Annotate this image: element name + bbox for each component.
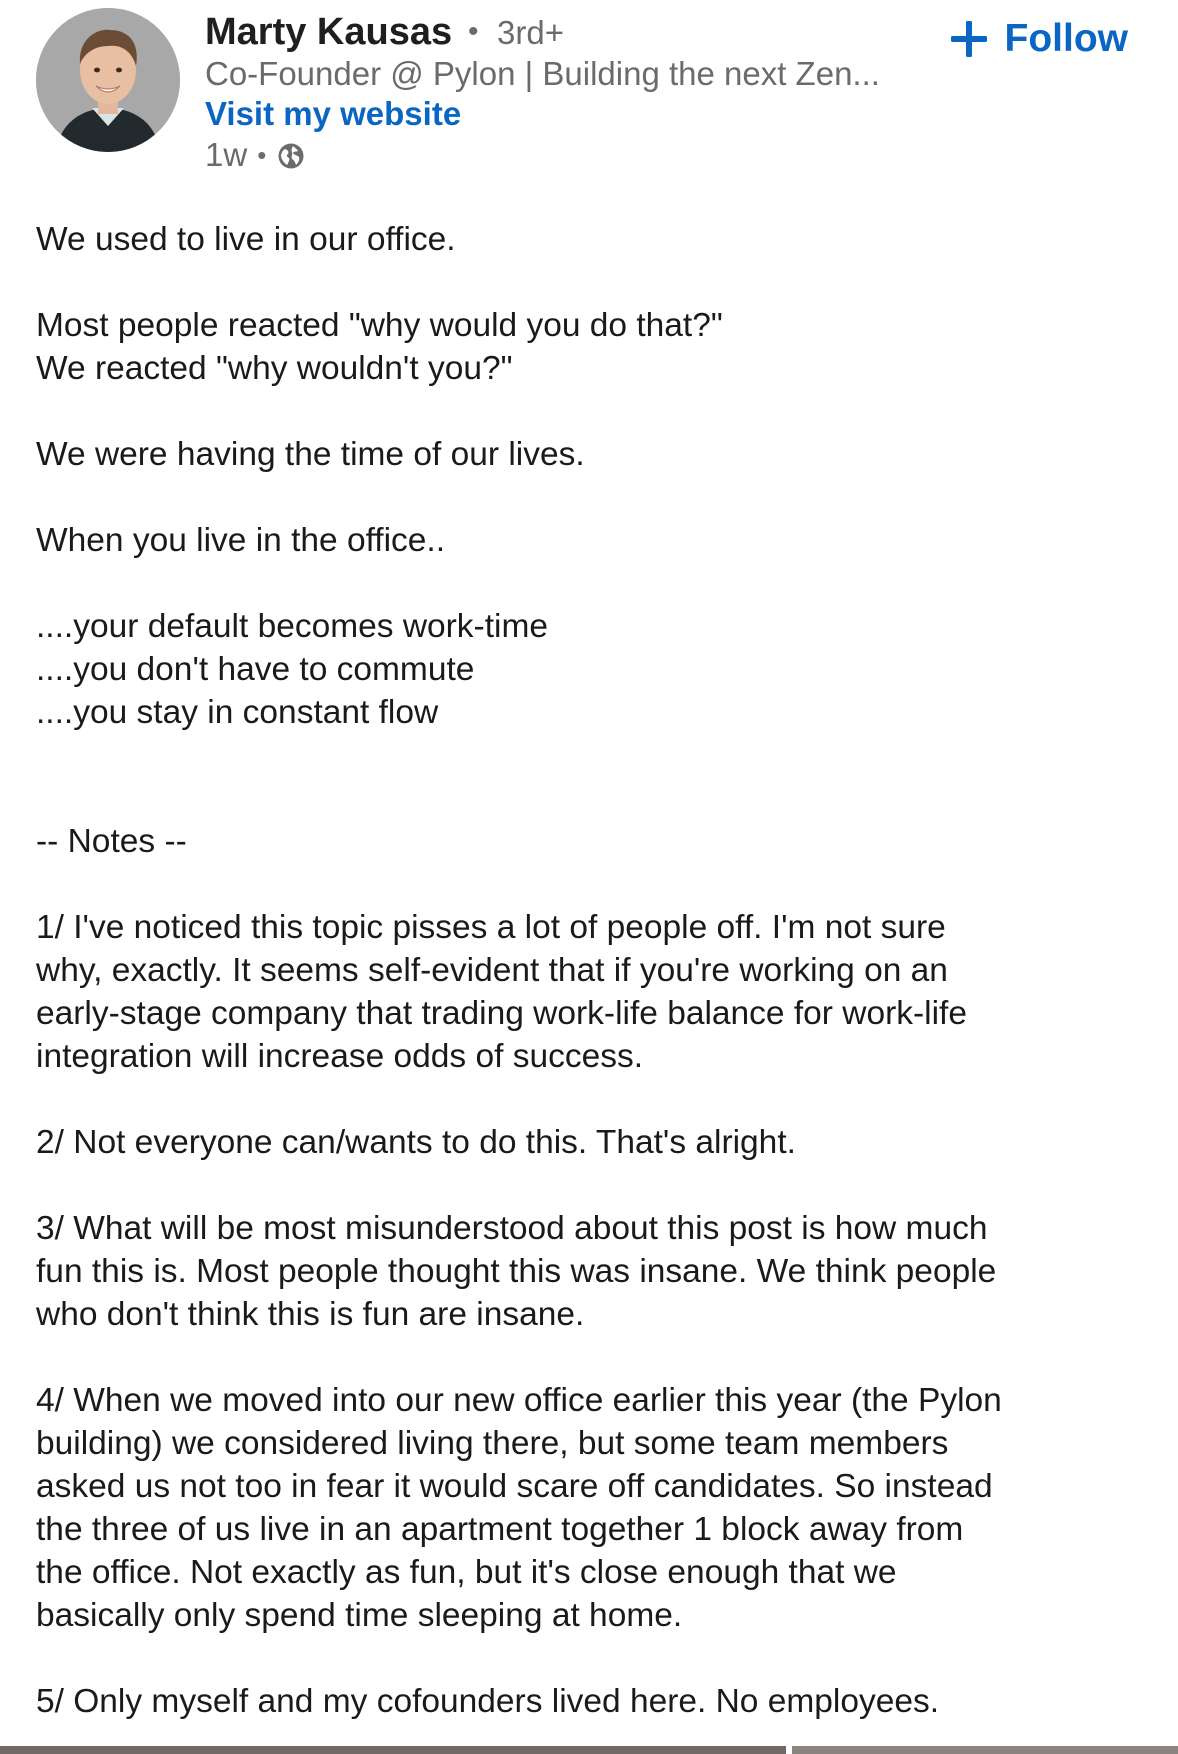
post-line: 2/ Not everyone can/wants to do this. Th… [36, 1124, 796, 1161]
post-line: We reacted "why wouldn't you?" [36, 350, 513, 387]
post-line: ....you stay in constant flow [36, 694, 439, 731]
post-line: ....you don't have to commute [36, 651, 475, 688]
post-line: 1/ I've noticed this topic pisses a lot … [36, 909, 946, 946]
name-separator: • [468, 15, 479, 48]
post-line: ....your default becomes work-time [36, 608, 549, 645]
post-line: Most people reacted "why would you do th… [36, 307, 723, 344]
post-meta: 1w • [205, 133, 306, 177]
post-line: the three of us live in an apartment tog… [36, 1511, 964, 1548]
post-age: 1w [205, 136, 248, 173]
post-body: We used to live in our office. Most peop… [36, 218, 1146, 1723]
meta-separator: • [257, 139, 267, 170]
post-line: 4/ When we moved into our new office ear… [36, 1382, 1002, 1419]
post-line: who don't think this is fun are insane. [36, 1296, 585, 1333]
connection-degree: 3rd+ [497, 14, 564, 51]
visit-website-link[interactable]: Visit my website [205, 92, 461, 136]
post-line: why, exactly. It seems self-evident that… [36, 952, 948, 989]
post-line: We were having the time of our lives. [36, 436, 585, 473]
author-headline: Co-Founder @ Pylon | Building the next Z… [205, 55, 880, 92]
post-line: basically only spend time sleeping at ho… [36, 1597, 683, 1634]
post-line: When you live in the office.. [36, 522, 446, 559]
plus-icon [950, 21, 987, 57]
post-header: Marty Kausas • 3rd+ Co-Founder @ Pylon |… [0, 0, 1178, 190]
notes-heading: -- Notes -- [36, 823, 187, 860]
post-line: integration will increase odds of succes… [36, 1038, 644, 1075]
post-line: building) we considered living there, bu… [36, 1425, 949, 1462]
post-line: fun this is. Most people thought this wa… [36, 1253, 997, 1290]
post-line: asked us not too in fear it would scare … [36, 1468, 993, 1505]
author-name[interactable]: Marty Kausas [205, 9, 452, 55]
post-line: 3/ What will be most misunderstood about… [36, 1210, 988, 1247]
follow-button[interactable]: Follow [949, 14, 1128, 64]
post-line: We used to live in our office. [36, 221, 456, 258]
post-line: 5/ Only myself and my cofounders lived h… [36, 1683, 940, 1720]
post-line: the office. Not exactly as fun, but it's… [36, 1554, 897, 1591]
post-line: early-stage company that trading work-li… [36, 995, 967, 1032]
avatar-photo [36, 8, 180, 152]
post-image[interactable] [0, 1746, 786, 1754]
follow-label: Follow [1004, 17, 1128, 60]
globe-icon [276, 141, 306, 171]
avatar[interactable] [36, 8, 180, 152]
post-image[interactable] [792, 1746, 1178, 1754]
post-media-strip[interactable] [0, 1746, 1178, 1754]
